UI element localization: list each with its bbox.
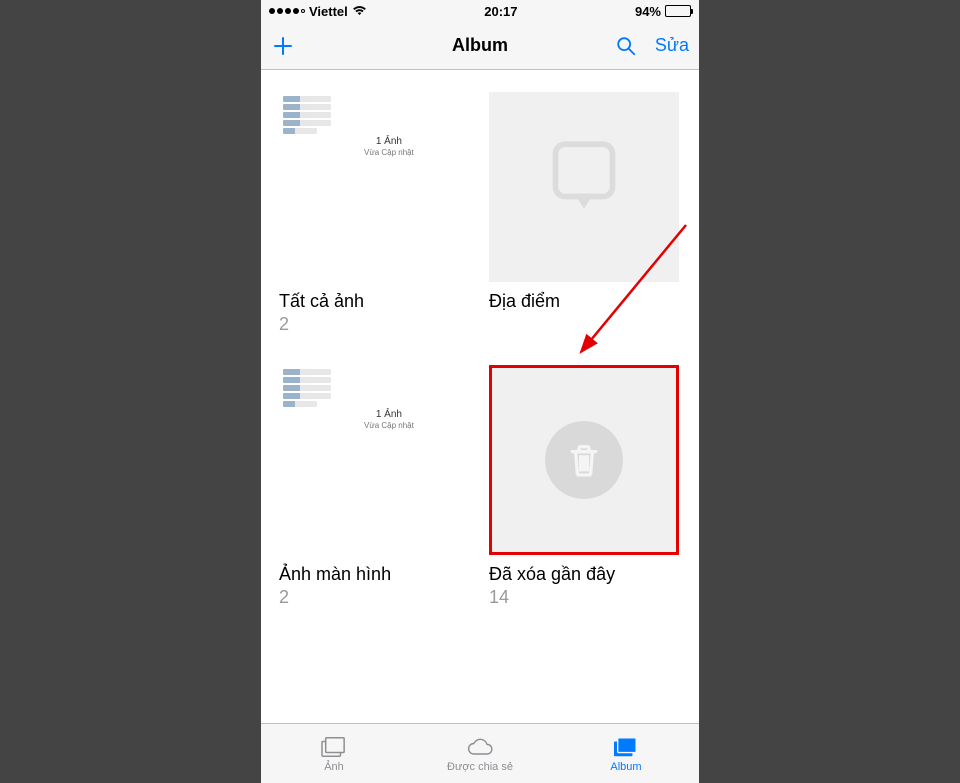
photos-stack-icon [320, 735, 348, 759]
album-count: 2 [279, 586, 471, 609]
search-button[interactable] [615, 35, 637, 57]
tab-bar: Ảnh Được chia sẻ Album [261, 723, 699, 783]
album-all-photos[interactable]: 1 Ảnh Vừa Cập nhật Tất cả ảnh 2 [279, 92, 471, 335]
wifi-icon [352, 4, 367, 19]
map-pin-icon [537, 135, 632, 230]
navigation-bar: Album Sửa [261, 22, 699, 70]
album-thumbnail-highlighted [489, 365, 679, 555]
cloud-icon [466, 735, 494, 759]
album-grid-content: 1 Ảnh Vừa Cập nhật Tất cả ảnh 2 [261, 70, 699, 723]
tab-label: Được chia sẻ [447, 761, 513, 773]
status-right: 94% [635, 4, 691, 19]
album-thumbnail: 1 Ảnh Vừa Cập nhật [279, 92, 469, 282]
tab-label: Ảnh [324, 761, 344, 773]
status-time: 20:17 [484, 4, 517, 19]
status-left: Viettel [269, 4, 367, 19]
tab-photos[interactable]: Ảnh [261, 724, 407, 783]
battery-icon [665, 5, 691, 17]
phone-frame: Viettel 20:17 94% Album Sửa [261, 0, 699, 783]
add-album-button[interactable] [271, 34, 295, 58]
carrier-label: Viettel [309, 4, 348, 19]
signal-strength-icon [269, 8, 305, 14]
album-title: Địa điểm [489, 290, 681, 313]
album-places[interactable]: Địa điểm [489, 92, 681, 335]
album-title: Đã xóa gần đây [489, 563, 681, 586]
trash-icon [545, 421, 623, 499]
album-thumbnail [489, 92, 679, 282]
thumb-caption-sub: Vừa Cập nhật [364, 148, 414, 157]
album-thumbnail: 1 Ảnh Vừa Cập nhật [279, 365, 469, 555]
thumb-caption: 1 Ảnh [364, 136, 414, 148]
battery-percent: 94% [635, 4, 661, 19]
album-stack-icon [612, 735, 640, 759]
thumb-caption-sub: Vừa Cập nhật [364, 421, 414, 430]
status-bar: Viettel 20:17 94% [261, 0, 699, 22]
album-count: 14 [489, 586, 681, 609]
thumb-caption: 1 Ảnh [364, 409, 414, 421]
album-count: 2 [279, 313, 471, 336]
tab-album[interactable]: Album [553, 724, 699, 783]
tab-label: Album [610, 761, 641, 773]
album-screenshots[interactable]: 1 Ảnh Vừa Cập nhật Ảnh màn hình 2 [279, 365, 471, 608]
album-title: Ảnh màn hình [279, 563, 471, 586]
album-title: Tất cả ảnh [279, 290, 471, 313]
tab-shared[interactable]: Được chia sẻ [407, 724, 553, 783]
album-recently-deleted[interactable]: Đã xóa gần đây 14 [489, 365, 681, 608]
edit-button[interactable]: Sửa [655, 35, 689, 56]
